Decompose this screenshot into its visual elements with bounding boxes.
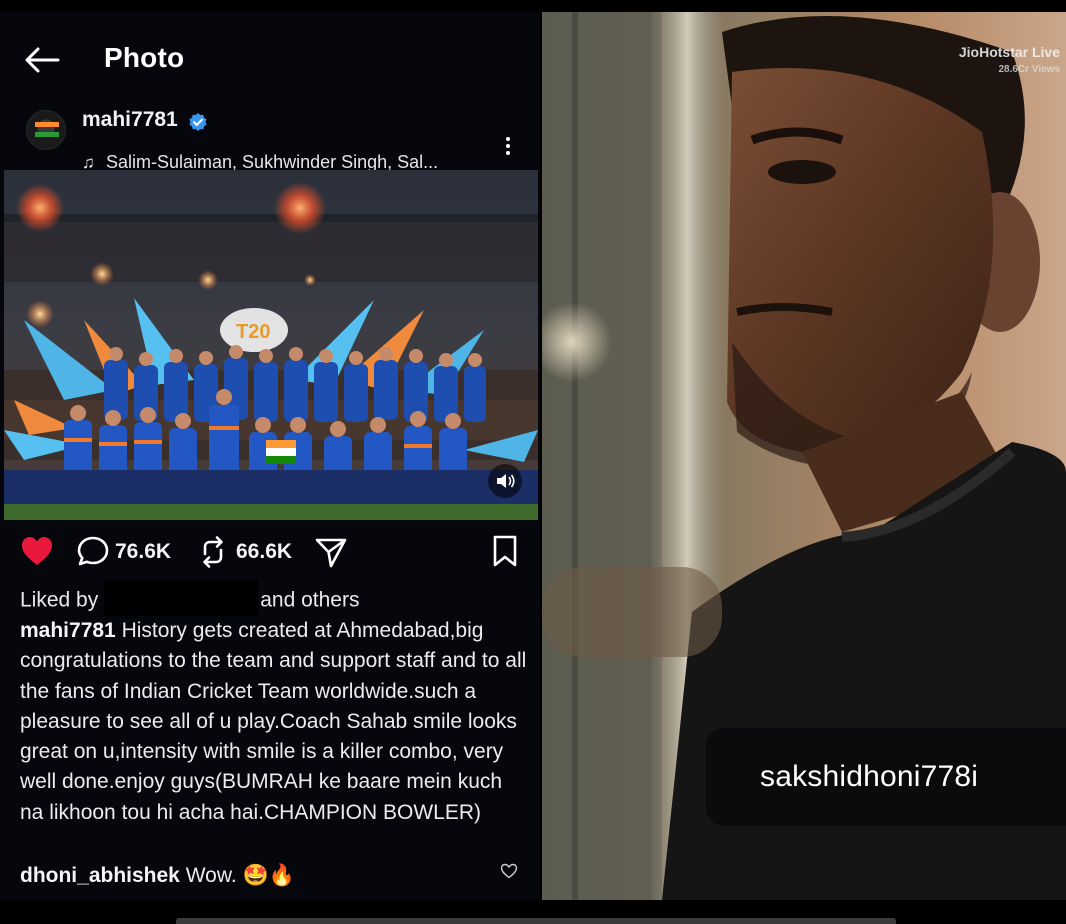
broadcast-watermark: JioHotstar Live 28.6Cr Views — [959, 44, 1060, 75]
more-vertical-icon[interactable] — [498, 134, 518, 164]
avatar[interactable] — [26, 110, 66, 150]
caption-text: History gets created at Ahmedabad,big co… — [20, 619, 527, 824]
redacted-username — [104, 580, 259, 616]
repost-count: 66.6K — [236, 540, 293, 563]
page-title: Photo — [104, 42, 185, 73]
comment-like-icon[interactable] — [500, 862, 518, 880]
profile-tag-label: sakshidhoni778i — [760, 760, 979, 793]
comment-icon[interactable] — [76, 532, 110, 572]
t20-logo: T20 — [236, 321, 270, 343]
watermark-brand: JioHotstar Live — [958, 44, 1060, 60]
comment-text: Wow. 🤩🔥 — [179, 864, 295, 887]
bookmark-icon[interactable] — [490, 532, 520, 572]
post-actions: 76.6K 66.6K — [0, 532, 540, 582]
post-header: mahi7781 ♫ Salim-Sulaiman, Sukhwinder Sin… — [0, 106, 540, 172]
post-image[interactable]: T20 — [4, 170, 538, 520]
post-caption: mahi7781 History gets created at Ahmedab… — [20, 616, 528, 828]
share-icon[interactable] — [314, 532, 348, 572]
caption-username[interactable]: mahi7781 — [20, 619, 116, 642]
audio-track-label: Salim-Sulaiman, Sukhwinder Singh, Sal... — [106, 152, 439, 172]
watermark-views: 28.6Cr Views — [998, 64, 1060, 75]
post-username[interactable]: mahi7781 — [82, 108, 178, 132]
verified-icon — [189, 113, 207, 131]
instagram-post-screenshot: Photo mahi7781 ♫ Salim-Sulaiman, Sukhwind… — [0, 12, 540, 900]
team-celebration-photo: T20 — [4, 170, 538, 520]
comment-row: dhoni_abhishek Wow. 🤩🔥 — [20, 864, 295, 888]
profile-tag: sakshidhoni778i — [706, 728, 1066, 826]
repost-icon[interactable] — [196, 532, 230, 572]
liked-by-prefix: Liked by — [20, 588, 99, 612]
sound-icon[interactable] — [488, 464, 522, 498]
comment-count: 76.6K — [115, 540, 172, 563]
liked-by-row: Liked by and others — [20, 580, 359, 616]
bottom-border — [0, 902, 1066, 924]
top-bar: Photo — [0, 12, 540, 108]
heart-icon[interactable] — [20, 532, 54, 572]
top-border — [0, 0, 1066, 12]
comment-username[interactable]: dhoni_abhishek — [20, 864, 180, 887]
back-arrow-icon[interactable] — [22, 44, 62, 76]
liked-by-suffix[interactable]: and others — [260, 589, 359, 612]
